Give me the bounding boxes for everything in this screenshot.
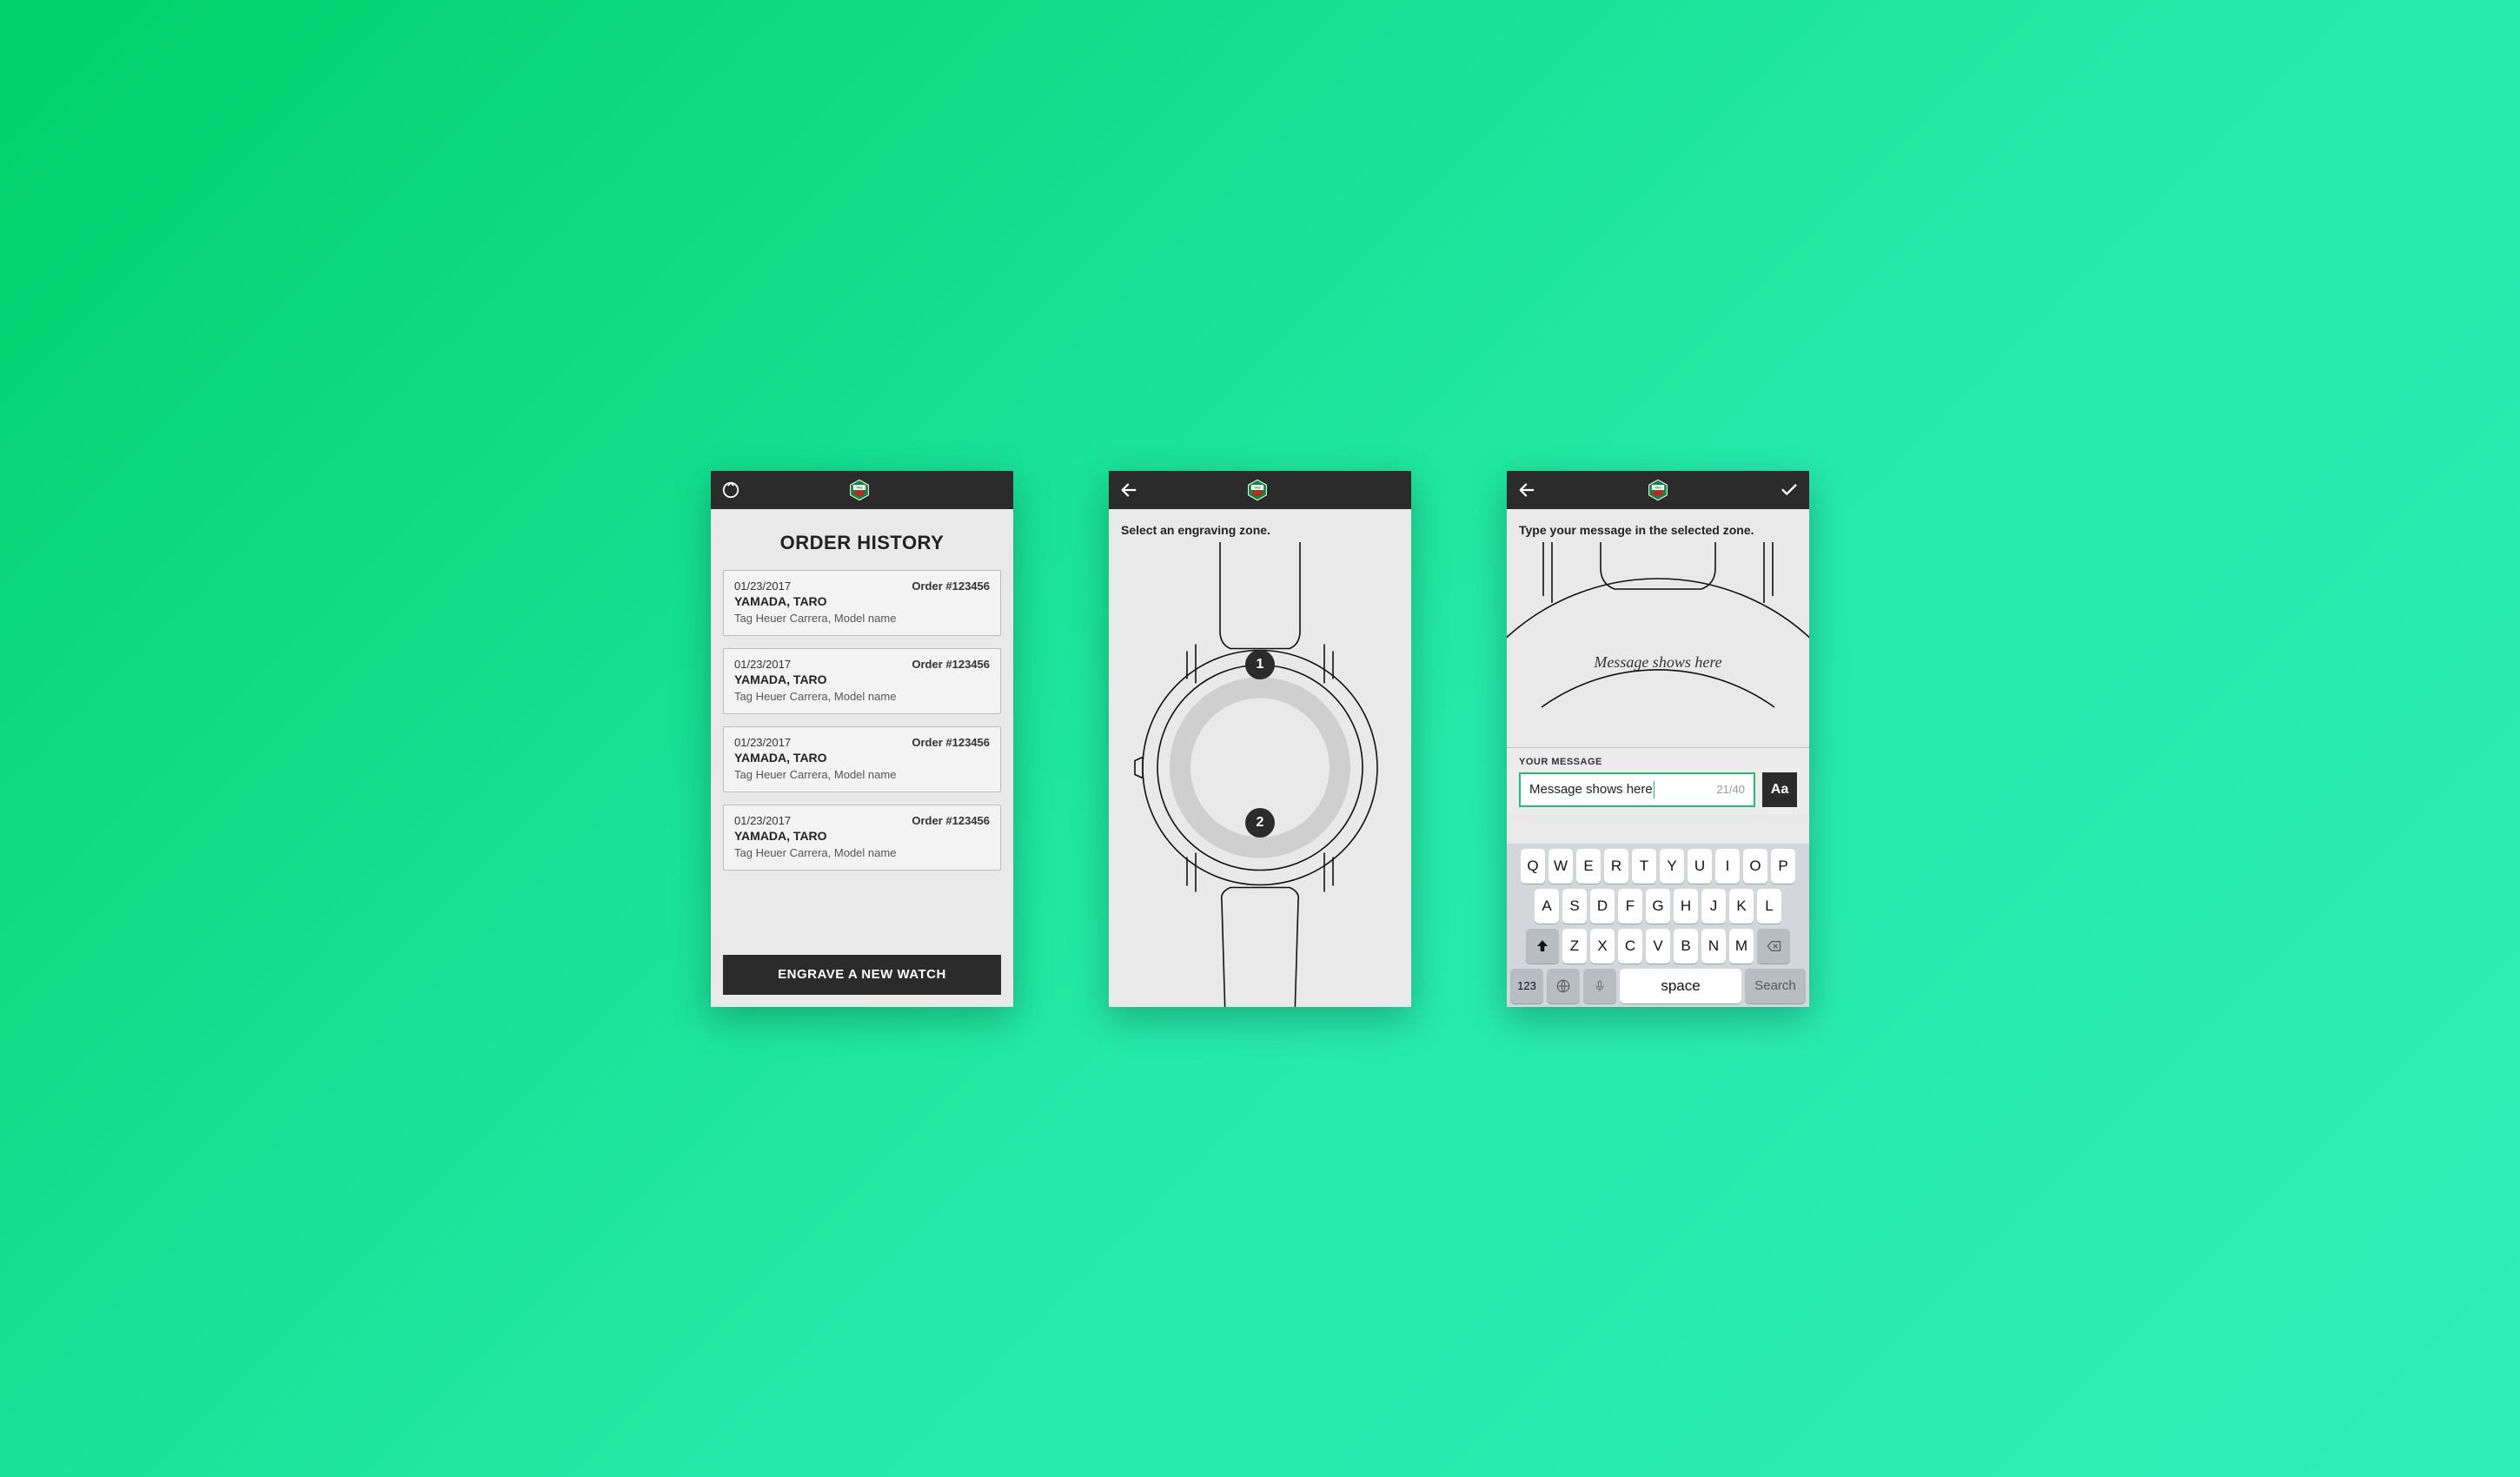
appbar-spacer <box>978 478 1003 502</box>
confirm-icon[interactable] <box>1780 480 1799 500</box>
instruction-text: Select an engraving zone. <box>1109 509 1411 542</box>
key-f[interactable]: F <box>1618 889 1642 924</box>
order-customer: YAMADA, TARO <box>734 594 990 608</box>
key-s[interactable]: S <box>1562 889 1587 924</box>
brand-logo: TAG <box>1647 479 1669 501</box>
message-field-label: YOUR MESSAGE <box>1519 757 1797 767</box>
key-b[interactable]: B <box>1674 929 1698 964</box>
watch-zoom-illustration: Message shows here <box>1507 542 1809 747</box>
order-date: 01/23/2017 <box>734 580 791 593</box>
order-customer: YAMADA, TARO <box>734 751 990 765</box>
svg-text:TAG: TAG <box>1655 485 1661 489</box>
key-g[interactable]: G <box>1646 889 1670 924</box>
svg-text:TAG: TAG <box>856 485 863 489</box>
key-d[interactable]: D <box>1590 889 1615 924</box>
watch-back-illustration: 1 2 <box>1109 542 1411 1007</box>
char-counter: 21/40 <box>1716 783 1745 796</box>
back-icon[interactable] <box>1119 480 1138 500</box>
order-product: Tag Heuer Carrera, Model name <box>734 768 990 781</box>
font-style-button[interactable]: Aa <box>1762 772 1797 807</box>
backspace-key[interactable] <box>1757 929 1790 964</box>
screen-order-history: TAG ORDER HISTORY 01/23/2017 Order #1234… <box>711 471 1013 1007</box>
order-card[interactable]: 01/23/2017 Order #123456 YAMADA, TARO Ta… <box>723 570 1001 636</box>
screen-select-zone: TAG Select an engraving zone. <box>1109 471 1411 1007</box>
svg-text:TAG: TAG <box>1254 485 1261 489</box>
order-customer: YAMADA, TARO <box>734 829 990 843</box>
appbar-spacer <box>1376 478 1401 502</box>
key-z[interactable]: Z <box>1562 929 1587 964</box>
order-card[interactable]: 01/23/2017 Order #123456 YAMADA, TARO Ta… <box>723 726 1001 792</box>
key-j[interactable]: J <box>1701 889 1726 924</box>
order-number: Order #123456 <box>912 736 990 749</box>
text-caret <box>1654 781 1655 798</box>
key-w[interactable]: W <box>1548 849 1573 884</box>
refresh-icon[interactable] <box>721 480 740 500</box>
message-form: YOUR MESSAGE Message shows here 21/40 Aa <box>1507 747 1809 814</box>
space-key[interactable]: space <box>1620 969 1741 1003</box>
mockup-stage: TAG ORDER HISTORY 01/23/2017 Order #1234… <box>641 419 1879 1059</box>
numbers-key[interactable]: 123 <box>1510 969 1543 1003</box>
order-number: Order #123456 <box>912 658 990 671</box>
order-number: Order #123456 <box>912 580 990 593</box>
key-v[interactable]: V <box>1646 929 1670 964</box>
shift-key[interactable] <box>1526 929 1559 964</box>
key-m[interactable]: M <box>1729 929 1754 964</box>
key-i[interactable]: I <box>1715 849 1740 884</box>
screen-type-message: TAG Type your message in the selected zo… <box>1507 471 1809 1007</box>
key-h[interactable]: H <box>1674 889 1698 924</box>
order-product: Tag Heuer Carrera, Model name <box>734 846 990 859</box>
soft-keyboard: Q W E R T Y U I O P A S D F G H <box>1507 844 1809 1007</box>
back-icon[interactable] <box>1517 480 1536 500</box>
search-key[interactable]: Search <box>1745 969 1806 1003</box>
key-u[interactable]: U <box>1688 849 1712 884</box>
app-bar: TAG <box>1109 471 1411 509</box>
message-input-value: Message shows here <box>1529 782 1653 797</box>
order-date: 01/23/2017 <box>734 658 791 671</box>
brand-logo: TAG <box>1246 479 1269 501</box>
globe-key[interactable] <box>1547 969 1580 1003</box>
key-p[interactable]: P <box>1771 849 1795 884</box>
order-card[interactable]: 01/23/2017 Order #123456 YAMADA, TARO Ta… <box>723 805 1001 871</box>
instruction-text: Type your message in the selected zone. <box>1507 509 1809 542</box>
key-r[interactable]: R <box>1604 849 1628 884</box>
engraving-zone-2[interactable]: 2 <box>1245 808 1275 838</box>
mic-key[interactable] <box>1583 969 1616 1003</box>
key-x[interactable]: X <box>1590 929 1615 964</box>
key-l[interactable]: L <box>1757 889 1781 924</box>
key-n[interactable]: N <box>1701 929 1726 964</box>
order-date: 01/23/2017 <box>734 736 791 749</box>
engrave-new-button[interactable]: ENGRAVE A NEW WATCH <box>723 955 1001 995</box>
key-c[interactable]: C <box>1618 929 1642 964</box>
order-customer: YAMADA, TARO <box>734 672 990 686</box>
key-k[interactable]: K <box>1729 889 1754 924</box>
engraving-zone-1[interactable]: 1 <box>1245 650 1275 679</box>
engraving-preview-text: Message shows here <box>1507 653 1809 672</box>
app-bar: TAG <box>711 471 1013 509</box>
page-title: ORDER HISTORY <box>723 532 1001 554</box>
key-y[interactable]: Y <box>1660 849 1684 884</box>
app-bar: TAG <box>1507 471 1809 509</box>
order-product: Tag Heuer Carrera, Model name <box>734 690 990 703</box>
key-e[interactable]: E <box>1576 849 1601 884</box>
order-card[interactable]: 01/23/2017 Order #123456 YAMADA, TARO Ta… <box>723 648 1001 714</box>
key-o[interactable]: O <box>1743 849 1767 884</box>
order-date: 01/23/2017 <box>734 814 791 827</box>
key-a[interactable]: A <box>1535 889 1559 924</box>
brand-logo: TAG <box>848 479 871 501</box>
key-t[interactable]: T <box>1632 849 1656 884</box>
message-input[interactable]: Message shows here 21/40 <box>1519 772 1755 807</box>
order-product: Tag Heuer Carrera, Model name <box>734 612 990 625</box>
order-number: Order #123456 <box>912 814 990 827</box>
key-q[interactable]: Q <box>1521 849 1545 884</box>
